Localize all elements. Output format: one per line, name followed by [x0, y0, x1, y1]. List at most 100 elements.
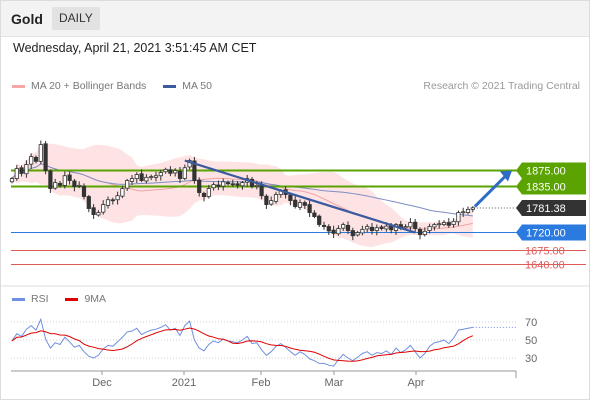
candle-body-up: [240, 182, 245, 187]
candle: [86, 194, 91, 213]
level-label-1875.00: 1875.00: [516, 162, 586, 179]
level-tag-text: 1781.38: [526, 203, 566, 215]
level-tag-text: 1875.00: [526, 166, 566, 178]
candle-body-up: [182, 167, 187, 179]
rsi-tick-30: 30: [525, 353, 537, 365]
candle: [264, 194, 269, 209]
level-tag-text: 1640.00: [525, 260, 565, 272]
candle: [417, 227, 423, 240]
candle-body-up: [134, 174, 139, 179]
candle-body-down: [81, 185, 87, 197]
rsi-tick-50: 50: [525, 335, 537, 347]
price-chart: 1875.00 1835.00 1781.38 1720.00 1675.00 1640.…: [1, 140, 589, 389]
candle-body-down: [331, 229, 336, 234]
candle-body-down: [48, 170, 53, 189]
forecast-arrow-shaft: [473, 174, 508, 208]
candle: [317, 214, 322, 227]
candle-body-down: [326, 226, 331, 232]
candle-body-down: [307, 204, 312, 213]
level-tag-text: 1720.00: [526, 228, 566, 240]
x-tick-Dec: Dec: [92, 377, 112, 389]
candle-body-down: [67, 174, 72, 181]
candle-body-up: [77, 184, 82, 187]
candle-body-up: [53, 182, 58, 189]
candle-body-up: [427, 226, 432, 231]
candle-body-up: [437, 223, 442, 226]
candle-body-up: [221, 181, 226, 187]
candle-body-down: [168, 169, 173, 174]
x-tick-Feb: Feb: [252, 377, 271, 389]
candle-body-up: [408, 222, 413, 228]
level-label-1835.00: 1835.00: [516, 178, 586, 195]
candle-body-up: [24, 164, 29, 175]
candle-body-up: [384, 225, 389, 230]
candle-body-down: [369, 226, 375, 231]
candle-body-down: [57, 182, 63, 186]
candle-body-down: [235, 183, 240, 186]
candle-body-up: [96, 212, 101, 216]
candle-body-up: [29, 156, 34, 165]
candle-body-up: [465, 208, 471, 213]
candle-body-up: [101, 204, 106, 213]
candle-body-up: [173, 170, 178, 174]
rsi-ma9-line: [11, 327, 474, 362]
candle: [43, 140, 48, 175]
candle-body-up: [105, 199, 111, 206]
bollinger-band: [12, 143, 473, 247]
candle-body-down: [230, 183, 235, 186]
candle-body-up: [14, 168, 19, 179]
candle-body-up: [297, 202, 303, 208]
candle-body-down: [417, 228, 423, 235]
candle-body-up: [62, 175, 67, 186]
rsi-tick-70: 70: [525, 317, 537, 329]
candle-body-down: [91, 207, 96, 215]
candle-body-down: [293, 199, 298, 207]
candle-body-up: [432, 224, 437, 228]
level-label-1640.00: 1640.00: [525, 260, 565, 272]
candle-body-up: [336, 228, 341, 235]
x-tick-Mar: Mar: [325, 377, 344, 389]
candle-body-down: [259, 184, 264, 197]
candle-body-up: [115, 195, 120, 201]
level-label-1781.38: 1781.38: [516, 200, 586, 216]
candle-body-up: [211, 184, 216, 189]
candle-body-up: [365, 226, 370, 230]
candle-body-down: [43, 143, 48, 171]
candle-body-up: [441, 222, 447, 225]
candle-body-up: [206, 188, 211, 197]
candle-body-up: [422, 230, 427, 235]
candle-body-down: [72, 180, 77, 187]
candle-body-down: [216, 184, 221, 187]
candle-body-up: [149, 176, 154, 178]
candle-body-up: [341, 224, 346, 229]
candle-body-up: [144, 176, 149, 182]
candle-body-up: [158, 172, 163, 177]
candle-body-down: [139, 173, 144, 181]
candle-body-up: [374, 227, 379, 231]
candle-body-up: [129, 178, 135, 182]
candle-body-down: [201, 192, 207, 197]
candle-body-up: [461, 211, 466, 214]
candle: [192, 156, 197, 184]
x-tick-Apr: Apr: [407, 377, 424, 389]
candle-body-down: [446, 222, 451, 226]
candle-body-down: [264, 195, 269, 205]
candle-body-up: [125, 180, 130, 189]
x-tick-2021: 2021: [172, 377, 196, 389]
candle-body-up: [163, 168, 168, 173]
candle-body-down: [317, 215, 322, 225]
candle-body-down: [350, 230, 355, 237]
level-label-1675.00: 1675.00: [525, 246, 565, 258]
candle-body-up: [470, 207, 475, 210]
candle-body-up: [120, 188, 125, 197]
candle-body-down: [312, 212, 317, 217]
candle-body-down: [86, 196, 91, 209]
level-label-1720.00: 1720.00: [516, 224, 586, 241]
candle-body-down: [379, 226, 384, 229]
level-tag-text: 1835.00: [526, 182, 566, 194]
candle-body-down: [321, 224, 327, 227]
candle-body-down: [225, 182, 231, 185]
candle-body-down: [197, 179, 202, 193]
candle-body-up: [9, 178, 15, 183]
candle-body-up: [254, 184, 259, 187]
